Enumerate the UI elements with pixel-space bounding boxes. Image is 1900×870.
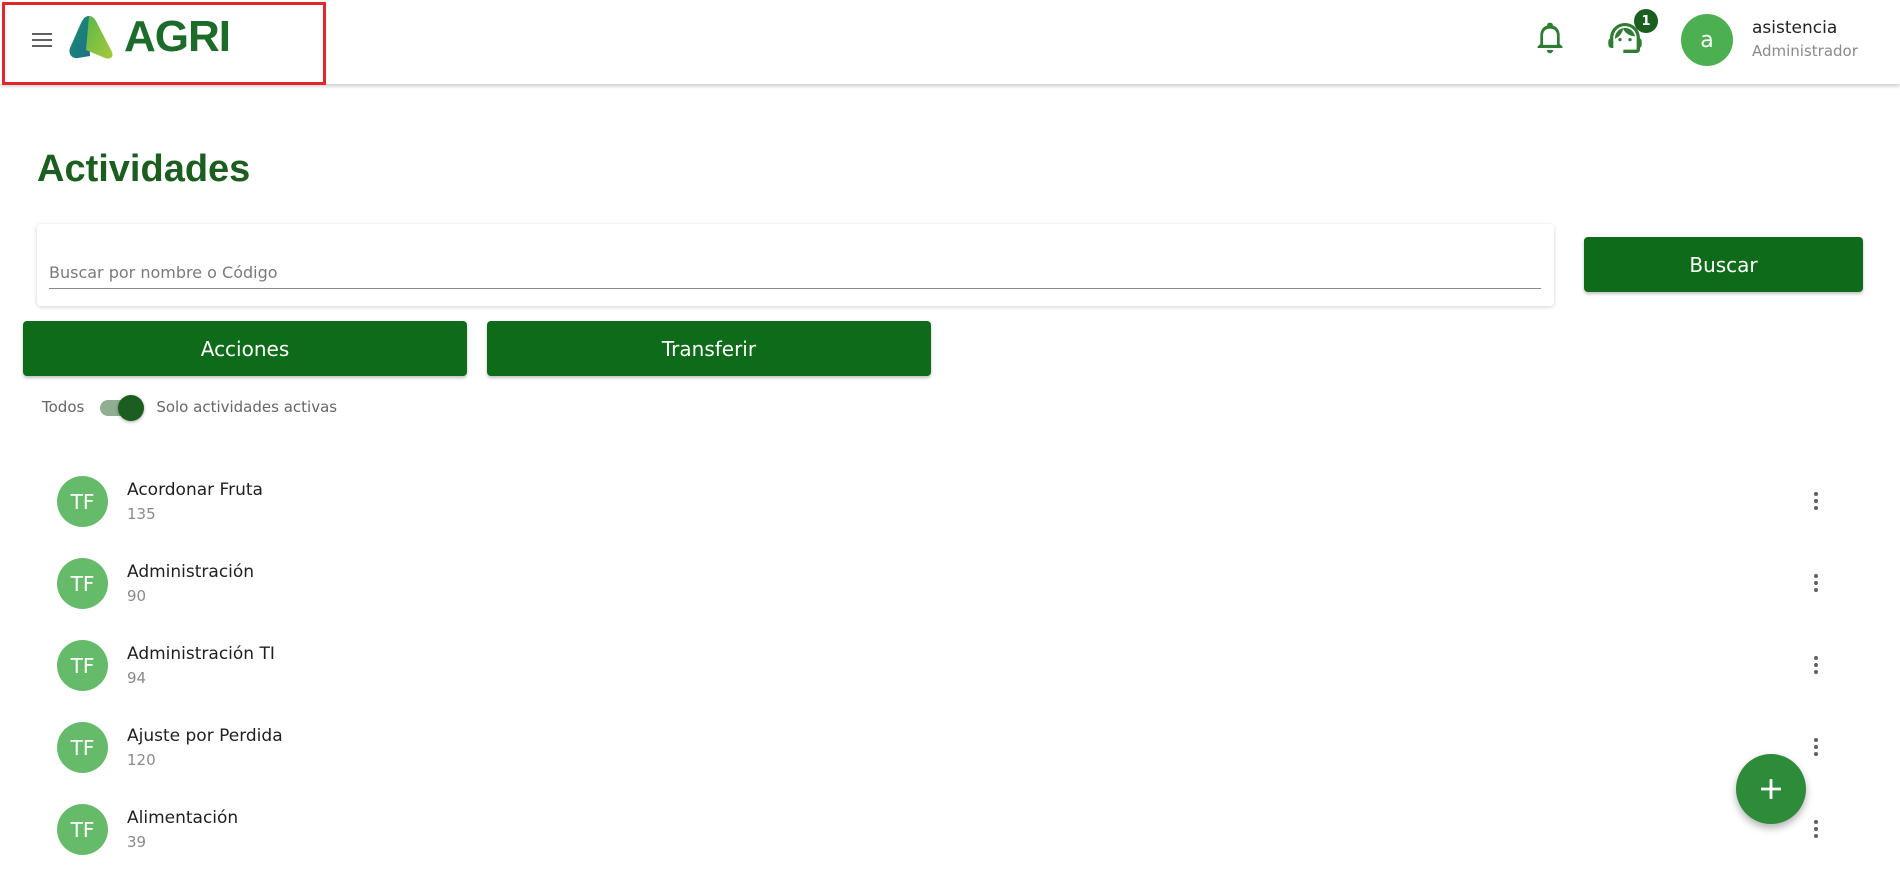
plus-icon — [1761, 779, 1781, 799]
item-code: 120 — [127, 751, 156, 769]
list-item[interactable]: TF Administración 90 — [0, 542, 1900, 624]
search-button[interactable]: Buscar — [1584, 237, 1863, 292]
more-vert-icon[interactable] — [1806, 650, 1826, 680]
acciones-button[interactable]: Acciones — [23, 321, 467, 376]
list-item[interactable]: TF Ajuste por Perdida 120 — [0, 706, 1900, 788]
item-name: Administración TI — [127, 644, 275, 664]
list-item[interactable]: TF Alimentación 39 — [0, 788, 1900, 870]
more-vert-icon[interactable] — [1806, 814, 1826, 844]
item-name: Acordonar Fruta — [127, 480, 263, 500]
active-only-toggle[interactable] — [98, 395, 145, 421]
filter-all-label: Todos — [42, 398, 85, 416]
item-avatar: TF — [57, 558, 108, 609]
more-vert-icon[interactable] — [1806, 486, 1826, 516]
user-name: asistencia — [1752, 18, 1838, 38]
bell-icon[interactable] — [1533, 20, 1567, 56]
list-item[interactable]: TF Administración TI 94 — [0, 624, 1900, 706]
item-code: 135 — [127, 505, 156, 523]
item-avatar: TF — [57, 804, 108, 855]
notification-badge: 1 — [1634, 9, 1658, 33]
item-code: 39 — [127, 833, 147, 851]
add-activity-button[interactable] — [1736, 754, 1806, 824]
item-name: Alimentación — [127, 808, 239, 828]
item-name: Administración — [127, 562, 255, 582]
item-avatar: TF — [57, 476, 108, 527]
item-avatar: TF — [57, 722, 108, 773]
highlight-box — [2, 2, 326, 85]
user-avatar[interactable]: a — [1681, 14, 1733, 66]
more-vert-icon[interactable] — [1806, 732, 1826, 762]
item-name: Ajuste por Perdida — [127, 726, 283, 746]
user-role: Administrador — [1752, 42, 1858, 60]
search-input[interactable] — [49, 256, 1541, 289]
item-avatar: TF — [57, 640, 108, 691]
item-code: 90 — [127, 587, 147, 605]
search-card — [37, 224, 1554, 306]
page-title: Actividades — [37, 148, 251, 190]
active-filter-row: Todos Solo actividades activas — [42, 394, 338, 421]
filter-active-label: Solo actividades activas — [156, 398, 338, 416]
more-vert-icon[interactable] — [1806, 568, 1826, 598]
item-code: 94 — [127, 669, 147, 687]
list-item[interactable]: TF Acordonar Fruta 135 — [0, 460, 1900, 542]
transferir-button[interactable]: Transferir — [487, 321, 931, 376]
